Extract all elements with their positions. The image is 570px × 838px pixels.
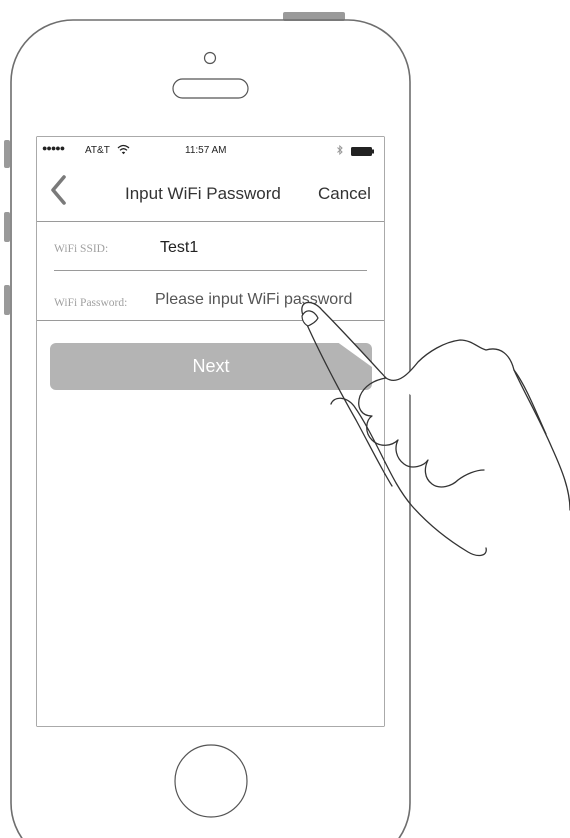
next-button[interactable]: Next — [50, 343, 372, 390]
wifi-icon — [117, 144, 130, 155]
speaker-grille — [172, 78, 249, 99]
phone-screen: ●●●●● AT&T 11:57 AM Input WiFi Password … — [37, 137, 384, 726]
power-button — [283, 12, 345, 21]
home-button-icon — [174, 744, 248, 818]
volume-down-button — [4, 285, 10, 315]
navigation-bar: Input WiFi Password Cancel — [37, 163, 384, 221]
cancel-button[interactable]: Cancel — [318, 184, 371, 204]
status-bar: ●●●●● AT&T 11:57 AM — [37, 137, 384, 163]
field-divider — [54, 270, 367, 271]
wifi-password-input[interactable] — [155, 291, 384, 309]
page-title: Input WiFi Password — [125, 184, 281, 203]
signal-strength: ●●●●● — [42, 143, 65, 153]
wifi-ssid-label: WiFi SSID: — [54, 243, 109, 255]
wifi-ssid-value: Test1 — [160, 239, 199, 256]
battery-icon — [351, 147, 374, 156]
nav-divider — [37, 221, 384, 222]
wifi-password-label: WiFi Password: — [54, 297, 128, 309]
volume-up-button — [4, 212, 10, 242]
clock: 11:57 AM — [185, 145, 227, 156]
bluetooth-icon — [337, 144, 343, 156]
front-camera-icon — [203, 51, 217, 65]
chevron-left-icon[interactable] — [47, 173, 69, 207]
mute-switch — [4, 140, 10, 168]
section-divider — [37, 320, 384, 321]
wrist-line — [513, 369, 547, 435]
carrier-name: AT&T — [85, 145, 110, 156]
